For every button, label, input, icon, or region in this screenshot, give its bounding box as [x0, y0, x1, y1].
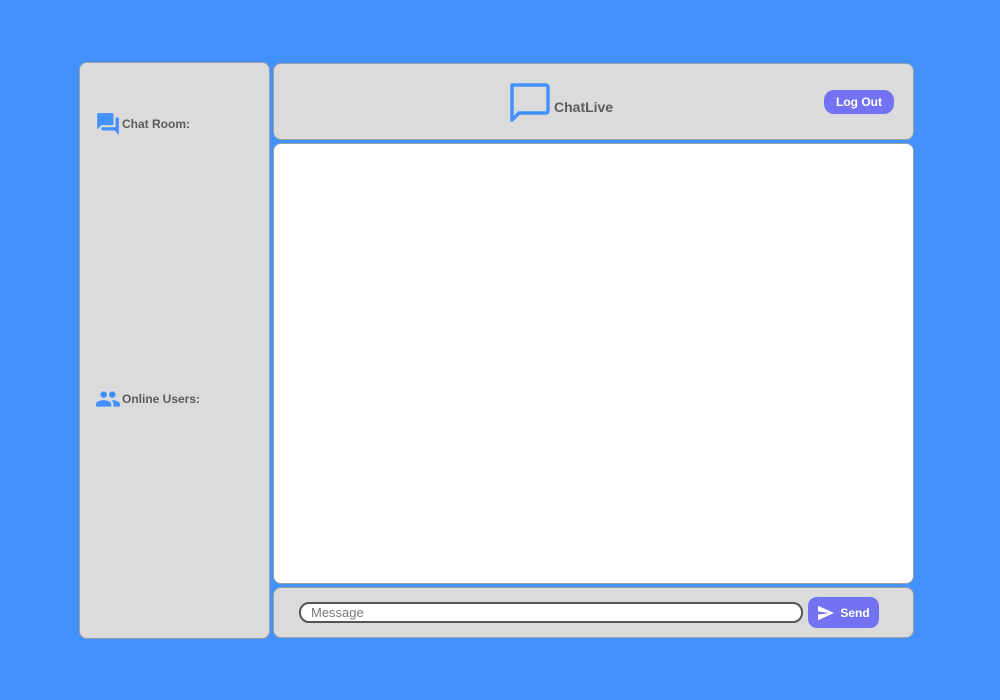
chat-bubble-icon: [508, 81, 552, 130]
brand: ChatLive: [508, 81, 613, 130]
app-title: ChatLive: [554, 98, 614, 115]
send-label: Send: [840, 605, 870, 620]
chat-room-label: Chat Room:: [122, 117, 190, 131]
composer: Send: [273, 587, 914, 638]
online-users-label: Online Users:: [122, 392, 201, 406]
message-list[interactable]: [273, 143, 914, 584]
send-button[interactable]: Send: [808, 597, 879, 628]
people-icon: [95, 386, 121, 412]
logout-button[interactable]: Log Out: [824, 90, 894, 114]
online-users-section: Online Users:: [95, 386, 200, 412]
send-icon: [817, 605, 835, 621]
forum-icon: [95, 111, 121, 137]
sidebar: Chat Room: Online Users:: [79, 62, 270, 639]
header: ChatLive Log Out: [273, 63, 914, 140]
chat-room-section: Chat Room:: [95, 111, 190, 137]
message-input[interactable]: [299, 602, 803, 623]
